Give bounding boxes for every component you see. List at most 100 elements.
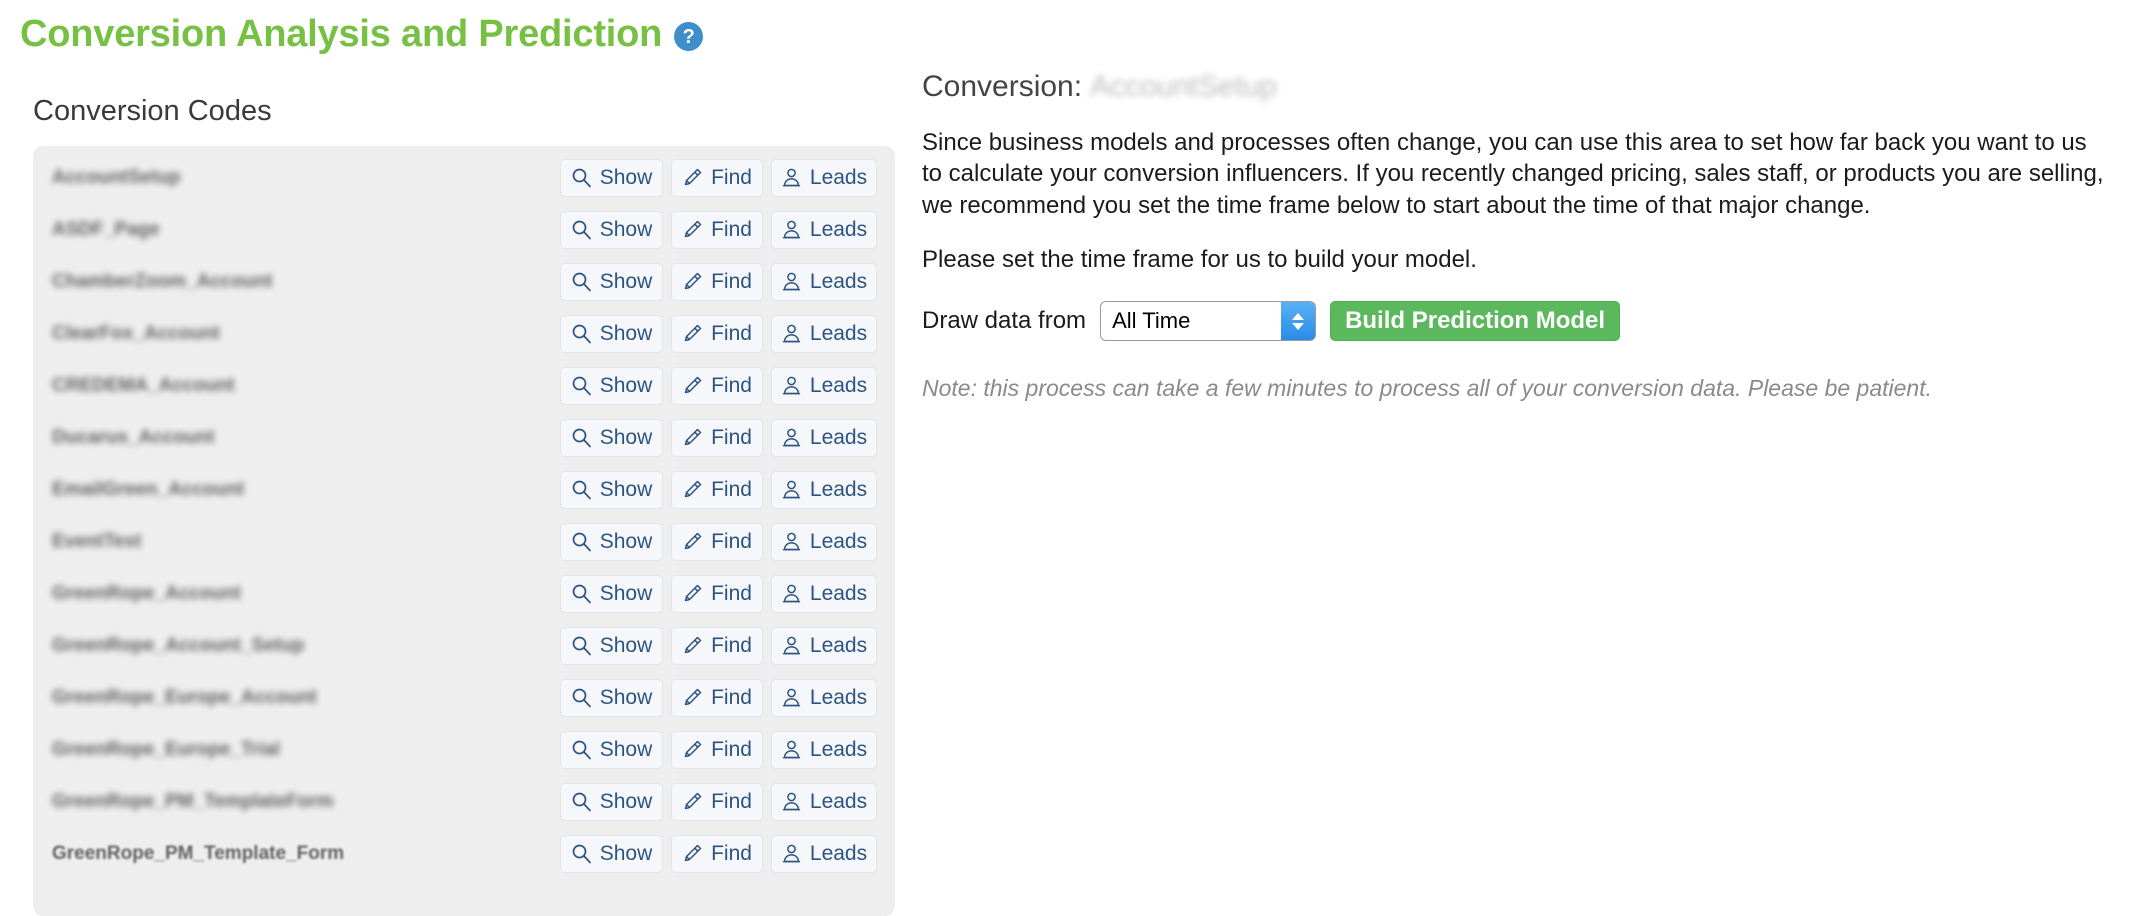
leads-button-label: Leads xyxy=(809,165,868,189)
person-icon xyxy=(781,843,802,864)
show-button[interactable]: Show xyxy=(560,626,663,665)
show-button[interactable]: Show xyxy=(560,262,663,301)
show-button[interactable]: Show xyxy=(560,522,663,561)
show-button-label: Show xyxy=(599,165,653,189)
find-button[interactable]: Find xyxy=(671,834,763,873)
search-icon xyxy=(571,375,592,396)
show-button-label: Show xyxy=(599,737,653,761)
draw-data-from-label: Draw data from xyxy=(922,307,1087,335)
conversion-code-row: GreenRope_PM_Template_Form Show Find Leads xyxy=(33,828,895,880)
row-action-group: Show Find Leads xyxy=(560,730,877,769)
conversion-code-name: EventTest xyxy=(52,530,142,552)
leads-button-label: Leads xyxy=(809,581,868,605)
leads-button-label: Leads xyxy=(809,269,868,293)
leads-button[interactable]: Leads xyxy=(771,834,877,873)
find-button[interactable]: Find xyxy=(671,678,763,717)
pencil-icon xyxy=(682,583,703,604)
find-button-label: Find xyxy=(711,269,752,293)
row-action-group: Show Find Leads xyxy=(560,262,877,301)
leads-button[interactable]: Leads xyxy=(771,678,877,717)
find-button[interactable]: Find xyxy=(671,418,763,457)
pencil-icon xyxy=(682,479,703,500)
find-button[interactable]: Find xyxy=(671,522,763,561)
show-button[interactable]: Show xyxy=(560,782,663,821)
leads-button-label: Leads xyxy=(809,789,868,813)
leads-button[interactable]: Leads xyxy=(771,262,877,301)
conversion-codes-section: Conversion Codes AccountSetup Show Find Lea… xyxy=(33,95,895,916)
conversion-code-name: GreenRope_Account_Setup xyxy=(52,634,305,656)
show-button[interactable]: Show xyxy=(560,834,663,873)
person-icon xyxy=(781,479,802,500)
show-button[interactable]: Show xyxy=(560,418,663,457)
timeframe-select-wrapper[interactable]: All Time xyxy=(1100,301,1317,342)
conversion-code-name: GreenRope_Europe_Account xyxy=(52,686,317,708)
leads-button[interactable]: Leads xyxy=(771,522,877,561)
show-button[interactable]: Show xyxy=(560,470,663,509)
page-title: Conversion Analysis and Prediction xyxy=(20,13,663,55)
show-button[interactable]: Show xyxy=(560,314,663,353)
build-prediction-model-button[interactable]: Build Prediction Model xyxy=(1330,301,1621,342)
leads-button[interactable]: Leads xyxy=(771,730,877,769)
search-icon xyxy=(571,167,592,188)
show-button-label: Show xyxy=(599,841,653,865)
section-heading-conversion-codes: Conversion Codes xyxy=(33,95,272,127)
show-button[interactable]: Show xyxy=(560,210,663,249)
conversion-code-row: EmailGreen_Account Show Find Leads xyxy=(33,464,895,516)
conversion-code-name: Ducarus_Account xyxy=(52,426,215,448)
conversion-code-name: ClearFox_Account xyxy=(52,322,220,344)
leads-button-label: Leads xyxy=(809,841,868,865)
find-button[interactable]: Find xyxy=(671,210,763,249)
find-button[interactable]: Find xyxy=(671,470,763,509)
leads-button[interactable]: Leads xyxy=(771,366,877,405)
row-action-group: Show Find Leads xyxy=(560,574,877,613)
find-button[interactable]: Find xyxy=(671,314,763,353)
pencil-icon xyxy=(682,635,703,656)
find-button-label: Find xyxy=(711,633,752,657)
find-button[interactable]: Find xyxy=(671,158,763,197)
timeframe-select[interactable]: All Time xyxy=(1100,301,1317,342)
leads-button[interactable]: Leads xyxy=(771,158,877,197)
person-icon xyxy=(781,219,802,240)
instruction-paragraph: Please set the time frame for us to buil… xyxy=(922,245,1477,273)
find-button[interactable]: Find xyxy=(671,730,763,769)
leads-button[interactable]: Leads xyxy=(771,626,877,665)
pencil-icon xyxy=(682,167,703,188)
person-icon xyxy=(781,167,802,188)
search-icon xyxy=(571,583,592,604)
show-button[interactable]: Show xyxy=(560,366,663,405)
leads-button-label: Leads xyxy=(809,685,868,709)
leads-button-label: Leads xyxy=(809,477,868,501)
pencil-icon xyxy=(682,791,703,812)
leads-button[interactable]: Leads xyxy=(771,210,877,249)
leads-button[interactable]: Leads xyxy=(771,314,877,353)
person-icon xyxy=(781,583,802,604)
row-action-group: Show Find Leads xyxy=(560,470,877,509)
show-button-label: Show xyxy=(599,217,653,241)
show-button[interactable]: Show xyxy=(560,158,663,197)
leads-button[interactable]: Leads xyxy=(771,782,877,821)
find-button[interactable]: Find xyxy=(671,366,763,405)
show-button-label: Show xyxy=(599,685,653,709)
find-button[interactable]: Find xyxy=(671,782,763,821)
find-button-label: Find xyxy=(711,425,752,449)
leads-button[interactable]: Leads xyxy=(771,418,877,457)
leads-button[interactable]: Leads xyxy=(771,574,877,613)
leads-button-label: Leads xyxy=(809,321,868,345)
find-button-label: Find xyxy=(711,581,752,605)
conversion-code-name: GreenRope_PM_Template_Form xyxy=(52,842,345,864)
show-button-label: Show xyxy=(599,425,653,449)
show-button[interactable]: Show xyxy=(560,574,663,613)
find-button[interactable]: Find xyxy=(671,574,763,613)
show-button[interactable]: Show xyxy=(560,730,663,769)
show-button-label: Show xyxy=(599,581,653,605)
help-icon[interactable]: ? xyxy=(674,22,704,52)
process-note: Note: this process can take a few minute… xyxy=(922,375,1932,402)
leads-button[interactable]: Leads xyxy=(771,470,877,509)
conversion-detail-panel: Conversion: AccountSetup Since business m… xyxy=(922,70,2112,404)
pencil-icon xyxy=(682,531,703,552)
show-button[interactable]: Show xyxy=(560,678,663,717)
find-button[interactable]: Find xyxy=(671,262,763,301)
show-button-label: Show xyxy=(599,633,653,657)
find-button[interactable]: Find xyxy=(671,626,763,665)
conversion-code-name: ASDF_Page xyxy=(52,218,160,240)
